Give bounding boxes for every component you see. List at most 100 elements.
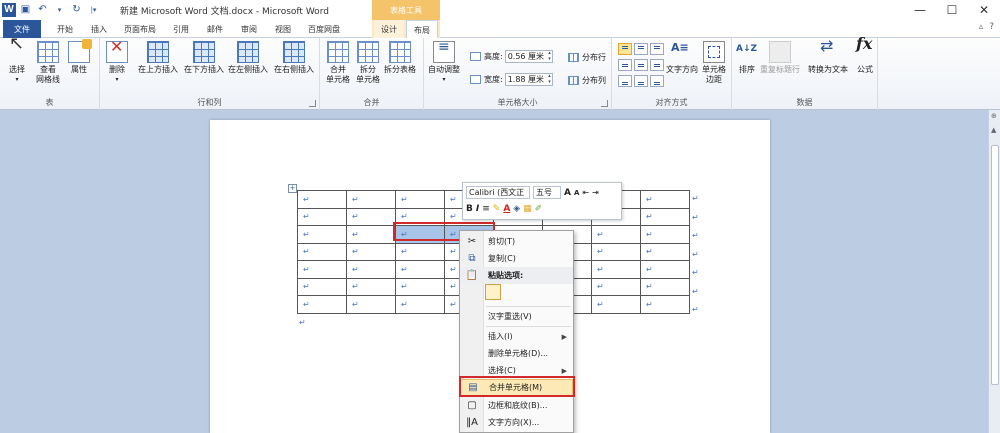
scrollbar-thumb[interactable] <box>991 145 999 385</box>
align-middle-right-icon[interactable] <box>650 59 664 71</box>
repeat-header-button[interactable]: 重复标题行 <box>760 41 800 75</box>
decrease-indent-icon[interactable]: ⇤ <box>582 188 589 197</box>
menu-item-copy[interactable]: ⧉ 复制(C) <box>460 250 573 267</box>
menu-item-cut[interactable]: ✂ 剪切(T) <box>460 233 573 250</box>
table-cell[interactable]: ↵ <box>297 190 347 209</box>
tab-view[interactable]: 视图 <box>268 20 298 38</box>
insert-below-button[interactable]: 在下方插入 <box>184 41 224 75</box>
align-bottom-center-icon[interactable] <box>634 75 648 87</box>
height-spinner[interactable]: 0.56 厘米 <box>504 50 553 63</box>
table-cell[interactable]: ↵ <box>640 225 690 244</box>
table-cell[interactable]: ↵ <box>591 260 641 279</box>
tab-review[interactable]: 审阅 <box>234 20 264 38</box>
table-cell[interactable]: ↵ <box>297 207 347 226</box>
collapse-ribbon-icon[interactable]: ▵ <box>979 22 984 32</box>
properties-button[interactable]: 属性 <box>68 39 92 75</box>
table-cell[interactable]: ↵ <box>297 242 347 261</box>
menu-item-delete-cells[interactable]: 删除单元格(D)... <box>460 345 573 362</box>
format-painter-icon[interactable]: ✐ <box>535 204 543 214</box>
borders-icon[interactable]: ▦ <box>523 204 532 214</box>
delete-button[interactable]: 删除 ▾ <box>106 41 128 85</box>
maximize-button[interactable]: ☐ <box>936 0 968 20</box>
convert-to-text-button[interactable]: 转换为文本 <box>808 41 848 75</box>
tab-page-layout[interactable]: 页面布局 <box>118 20 162 38</box>
table-cell[interactable]: ↵ <box>297 260 347 279</box>
center-align-icon[interactable]: ≡ <box>482 204 490 214</box>
table-cell[interactable]: ↵ <box>297 277 347 296</box>
word-logo-icon[interactable]: W <box>2 2 16 17</box>
scroll-up-icon[interactable]: ▲ <box>991 126 996 134</box>
align-middle-left-icon[interactable] <box>618 59 632 71</box>
redo-icon[interactable]: ↻ <box>69 2 84 17</box>
table-cell[interactable]: ↵ <box>640 277 690 296</box>
table-cell[interactable]: ↵ <box>346 207 396 226</box>
table-cell[interactable]: ↵ <box>346 242 396 261</box>
insert-above-button[interactable]: 在上方插入 <box>138 41 178 75</box>
table-cell[interactable]: ↵ <box>395 277 445 296</box>
table-cell[interactable]: ↵ <box>297 225 347 244</box>
highlight-icon[interactable]: ✎ <box>493 204 501 214</box>
table-cell[interactable]: ↵ <box>395 242 445 261</box>
table-cell[interactable]: ↵ <box>591 225 641 244</box>
italic-icon[interactable]: I <box>476 204 479 214</box>
vertical-scrollbar[interactable]: ⊕ ▲ <box>988 110 1000 433</box>
view-gridlines-button[interactable]: 查看 网格线 <box>36 41 60 85</box>
table-cell[interactable]: ↵ <box>346 277 396 296</box>
rows-columns-launcher[interactable] <box>309 100 316 107</box>
align-bottom-left-icon[interactable] <box>618 75 632 87</box>
text-direction-button[interactable]: 文字方向 <box>666 41 698 75</box>
select-button[interactable]: 选择 ▾ <box>6 39 28 85</box>
cell-margins-button[interactable]: 单元格 边距 <box>702 41 726 85</box>
font-size-box[interactable]: 五号 <box>533 186 561 199</box>
customize-qat-icon[interactable]: |▾ <box>86 2 101 17</box>
tab-baidu-netdisk[interactable]: 百度网盘 <box>302 20 346 38</box>
dropdown-icon[interactable]: ▾ <box>52 2 67 17</box>
table-cell[interactable]: ↵ <box>395 295 445 314</box>
save-icon[interactable]: ▣ <box>18 2 33 17</box>
tab-home[interactable]: 开始 <box>48 20 82 38</box>
split-cells-button[interactable]: 拆分 单元格 <box>356 41 380 85</box>
formula-button[interactable]: 公式 <box>854 39 876 75</box>
table-cell[interactable]: ↵ <box>640 260 690 279</box>
width-spinner[interactable]: 1.88 厘米 <box>504 73 553 86</box>
font-color-icon[interactable]: A <box>503 204 510 214</box>
shrink-font-icon[interactable]: A <box>574 189 579 197</box>
cell-size-launcher[interactable] <box>601 100 608 107</box>
table-cell[interactable]: ↵ <box>346 225 396 244</box>
increase-indent-icon[interactable]: ⇥ <box>592 188 599 197</box>
table-cell[interactable]: ↵ <box>640 207 690 226</box>
paste-keep-formatting-icon[interactable] <box>485 284 501 300</box>
align-top-center-icon[interactable] <box>634 43 648 55</box>
table-cell[interactable]: ↵ <box>591 277 641 296</box>
grow-font-icon[interactable]: A <box>564 188 571 198</box>
table-cell[interactable]: ↵ <box>297 295 347 314</box>
align-bottom-right-icon[interactable] <box>650 75 664 87</box>
undo-icon[interactable]: ↶ <box>35 2 50 17</box>
tab-layout[interactable]: 布局 <box>406 20 438 39</box>
merge-cells-button[interactable]: 合并 单元格 <box>326 41 350 85</box>
insert-left-button[interactable]: 在左侧插入 <box>228 41 268 75</box>
menu-item-insert[interactable]: 插入(I) ▶ <box>460 328 573 345</box>
align-top-right-icon[interactable] <box>650 43 664 55</box>
distribute-columns-button[interactable]: 分布列 <box>568 75 606 86</box>
menu-item-text-direction[interactable]: ‖A 文字方向(X)... <box>460 414 573 431</box>
table-cell[interactable]: ↵ <box>640 190 690 209</box>
align-middle-center-icon[interactable] <box>634 59 648 71</box>
table-cell[interactable]: ↵ <box>346 260 396 279</box>
table-cell[interactable]: ↵ <box>591 295 641 314</box>
tab-insert[interactable]: 插入 <box>84 20 114 38</box>
distribute-rows-button[interactable]: 分布行 <box>568 52 606 63</box>
table-move-handle-icon[interactable]: + <box>288 184 297 193</box>
close-button[interactable]: ✕ <box>968 0 1000 20</box>
align-top-left-icon[interactable] <box>618 43 632 55</box>
table-cell[interactable]: ↵ <box>395 190 445 209</box>
insert-right-button[interactable]: 在右侧插入 <box>274 41 314 75</box>
tab-references[interactable]: 引用 <box>166 20 196 38</box>
ruler-toggle-icon[interactable]: ⊕ <box>991 112 997 120</box>
minimize-button[interactable]: — <box>904 0 936 20</box>
menu-item-reconvert[interactable]: 汉字重选(V) <box>460 308 573 325</box>
table-cell[interactable]: ↵ <box>395 260 445 279</box>
sort-button[interactable]: 排序 <box>736 41 758 75</box>
tab-design[interactable]: 设计 <box>374 20 404 38</box>
autofit-button[interactable]: 自动调整 ▾ <box>428 41 460 85</box>
